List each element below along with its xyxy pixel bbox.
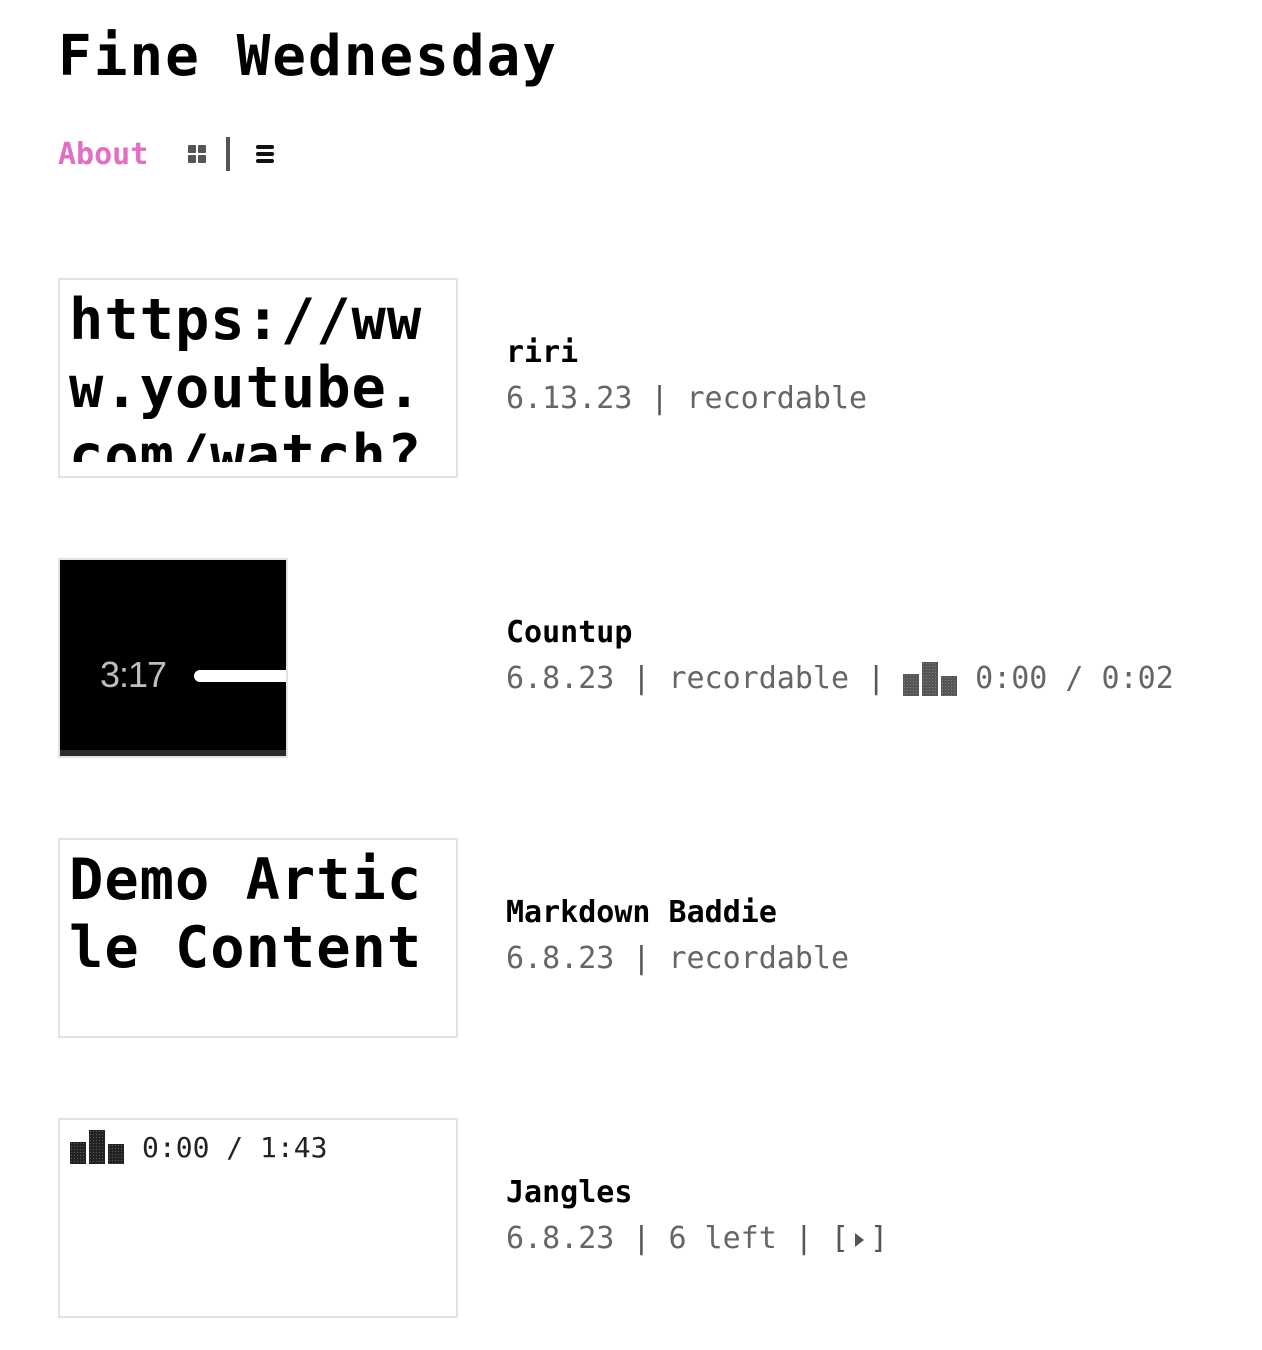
entry-meta: 6.8.23 | recordable | 0:00 / 0:02 — [506, 654, 1174, 704]
audio-bars-icon[interactable] — [70, 1130, 124, 1164]
entry-status: recordable — [686, 381, 868, 416]
entry-thumbnail[interactable]: https://www.youtube.com/watch?v=w — [58, 278, 458, 478]
audio-bar — [922, 662, 939, 696]
video-bottom-bar — [60, 750, 286, 756]
about-link[interactable]: About — [58, 137, 148, 172]
entry-thumbnail[interactable]: 3:17 — [58, 558, 288, 758]
entry-title[interactable]: Jangles — [506, 1172, 888, 1214]
list-line — [256, 159, 275, 163]
meta-separator: | — [632, 661, 651, 696]
entry-title[interactable]: Countup — [506, 612, 1174, 654]
audio-bar — [903, 674, 920, 696]
play-icon — [854, 1232, 864, 1247]
thumbnail-text: Demo Article Content — [69, 847, 423, 981]
meta-separator: | — [650, 381, 669, 416]
audio-bar — [108, 1144, 124, 1164]
list-item: Demo Article Content Markdown Baddie 6.8… — [58, 838, 1238, 1038]
audio-bars-icon[interactable] — [903, 662, 958, 696]
entry-title[interactable]: Markdown Baddie — [506, 892, 849, 934]
grid-view-icon[interactable] — [188, 145, 207, 163]
list-line — [256, 145, 275, 149]
play-bracket-close: ] — [869, 1221, 888, 1256]
entry-thumbnail[interactable]: 0:00 / 1:43 — [58, 1118, 458, 1318]
entry-thumbnail[interactable]: Demo Article Content — [58, 838, 458, 1038]
video-progress-bar — [194, 670, 286, 682]
thumbnail-text: https://www.youtube.com/watch?v=w — [69, 287, 423, 468]
entry-date: 6.8.23 — [506, 941, 615, 976]
list-item: 0:00 / 1:43 Jangles 6.8.23 | 6 left | [] — [58, 1118, 1238, 1318]
grid-cell — [188, 145, 197, 153]
entry-date: 6.8.23 — [506, 1221, 615, 1256]
list-item: https://www.youtube.com/watch?v=w riri 6… — [58, 278, 1238, 478]
view-divider — [226, 137, 231, 171]
meta-separator: | — [632, 1221, 651, 1256]
audio-bar — [70, 1142, 86, 1164]
audio-time: 0:00 / 0:02 — [975, 661, 1174, 696]
view-nav: About — [58, 134, 275, 174]
meta-separator: | — [632, 941, 651, 976]
meta-separator: | — [794, 1221, 813, 1256]
entry-status: recordable — [668, 661, 850, 696]
entry-meta: 6.8.23 | recordable — [506, 934, 849, 984]
list-line — [256, 152, 275, 156]
video-timecode: 3:17 — [100, 654, 167, 695]
entry-meta: 6.8.23 | 6 left | [] — [506, 1214, 888, 1264]
grid-cell — [198, 145, 207, 153]
grid-cell — [188, 155, 197, 163]
grid-cell — [198, 155, 207, 163]
entry-info: Jangles 6.8.23 | 6 left | [] — [506, 1172, 888, 1264]
audio-bar — [89, 1130, 105, 1164]
list-item: 3:17 Countup 6.8.23 | recordable | 0:00 … — [58, 558, 1238, 758]
entry-title[interactable]: riri — [506, 332, 867, 374]
site-title: Fine Wednesday — [58, 24, 559, 89]
entry-status: recordable — [668, 941, 850, 976]
entry-info: Countup 6.8.23 | recordable | 0:00 / 0:0… — [506, 612, 1174, 704]
entry-info: Markdown Baddie 6.8.23 | recordable — [506, 892, 849, 984]
entry-info: riri 6.13.23 | recordable — [506, 332, 867, 424]
entry-meta: 6.13.23 | recordable — [506, 374, 867, 424]
play-bracket-open: [ — [830, 1221, 849, 1256]
entry-status: 6 left — [668, 1221, 777, 1256]
play-button[interactable]: [] — [831, 1214, 888, 1264]
audio-time: 0:00 / 1:43 — [142, 1130, 328, 1164]
audio-player[interactable]: 0:00 / 1:43 — [70, 1130, 456, 1164]
list-view-icon[interactable] — [256, 145, 275, 163]
meta-separator: | — [867, 661, 886, 696]
audio-bar — [941, 676, 958, 696]
entry-date: 6.13.23 — [506, 381, 633, 416]
entry-date: 6.8.23 — [506, 661, 615, 696]
